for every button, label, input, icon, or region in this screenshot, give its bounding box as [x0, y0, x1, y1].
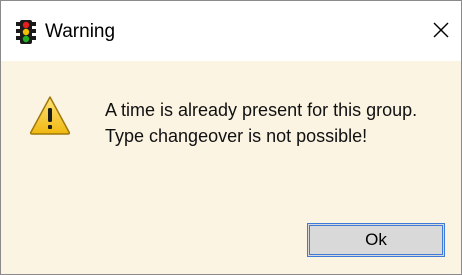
close-button[interactable]	[425, 17, 457, 47]
message-line-1: A time is already present for this group…	[105, 100, 418, 120]
window-title: Warning	[45, 21, 116, 42]
ok-button[interactable]: Ok	[307, 223, 445, 257]
close-icon	[432, 21, 450, 44]
traffic-light-icon	[15, 20, 37, 44]
warning-icon	[29, 95, 71, 135]
message-text: A time is already present for this group…	[105, 97, 417, 149]
title-bar[interactable]: Warning	[1, 1, 461, 61]
message-line-2: Type changeover is not possible!	[105, 126, 368, 146]
warning-dialog: Warning A time is already present for th…	[0, 0, 462, 275]
